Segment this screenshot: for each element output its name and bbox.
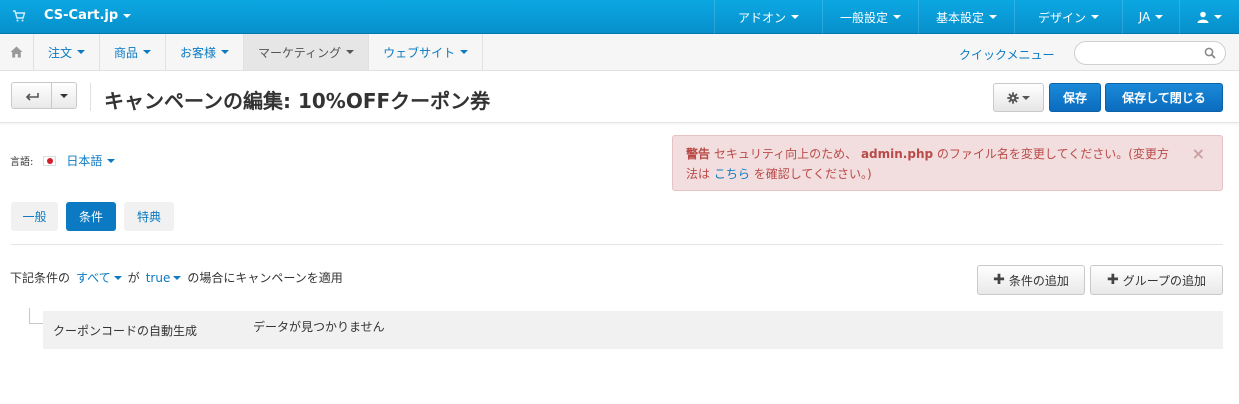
back-button-group	[11, 82, 77, 109]
alert-text: セキュリティ向上のため、	[713, 147, 858, 161]
condition-prefix: 下記条件の	[10, 271, 71, 285]
save-button[interactable]: 保存	[1049, 83, 1101, 112]
chevron-down-icon	[173, 275, 182, 280]
language-value: 日本語	[66, 154, 103, 168]
settings-dropdown-button[interactable]	[993, 83, 1044, 112]
gear-icon	[1007, 91, 1019, 104]
condition-item: クーポンコードの自動生成 データが見つかりません	[43, 311, 1223, 349]
language-row: 言語: 日本語	[10, 152, 116, 169]
chevron-down-icon	[143, 50, 152, 54]
search-input[interactable]	[1085, 42, 1205, 64]
chevron-down-icon	[791, 15, 799, 19]
back-arrow-icon	[25, 92, 39, 101]
topnav-addons-label: アドオン	[737, 10, 786, 25]
add-group-label: グループの追加	[1122, 273, 1206, 288]
condition-scope-selector[interactable]: すべて	[76, 269, 122, 286]
nav-marketing[interactable]: マーケティング	[244, 34, 370, 70]
topnav-basic-settings-label: 基本設定	[935, 10, 984, 25]
save-and-close-button[interactable]: 保存して閉じる	[1105, 83, 1223, 112]
nav-customers[interactable]: お客様	[166, 34, 245, 70]
nav-marketing-label: マーケティング	[258, 45, 342, 60]
add-condition-label: 条件の追加	[1008, 273, 1069, 288]
topnav-language-label: JA	[1138, 10, 1151, 24]
page-title: キャンペーンの編集: 10%OFFクーポン券	[104, 89, 491, 113]
search-icon[interactable]	[1204, 47, 1216, 59]
topnav-design[interactable]: デザイン	[1014, 0, 1122, 34]
alert-link[interactable]: こちら	[714, 167, 750, 181]
topnav-design-label: デザイン	[1037, 10, 1086, 25]
alert-filename: admin.php	[860, 147, 934, 161]
nav-orders-label: 注文	[48, 45, 73, 60]
alert-label: 警告	[686, 147, 711, 161]
condition-value-text: データが見つかりません	[253, 320, 385, 334]
condition-value-selector[interactable]: true	[146, 271, 182, 285]
security-warning-alert: 警告 セキュリティ向上のため、 admin.php のファイル名を変更してくださ…	[672, 135, 1223, 191]
language-selector[interactable]: 日本語	[66, 152, 116, 169]
chevron-down-icon	[460, 50, 469, 54]
condition-rule: 下記条件の すべて が true の場合にキャンペーンを適用	[10, 269, 343, 286]
search-box	[1074, 41, 1226, 65]
tab-bonuses[interactable]: 特典	[124, 202, 174, 231]
topnav-language[interactable]: JA	[1122, 0, 1179, 34]
home-icon	[10, 46, 23, 58]
user-icon	[1197, 11, 1209, 23]
chevron-down-icon	[113, 275, 122, 280]
home-button[interactable]	[0, 34, 34, 70]
quick-menu-link[interactable]: クイックメニュー	[959, 46, 1055, 63]
chevron-down-icon	[989, 15, 997, 19]
language-label: 言語:	[10, 157, 34, 168]
condition-suffix: の場合にキャンペーンを適用	[187, 271, 343, 285]
nav-products-label: 商品	[114, 45, 139, 60]
brand-label: CS-Cart.jp	[44, 8, 119, 23]
condition-name: クーポンコードの自動生成	[53, 324, 198, 338]
nav-products[interactable]: 商品	[100, 34, 167, 70]
title-bar: キャンペーンの編集: 10%OFFクーポン券 保存 保存して閉じる	[0, 71, 1239, 123]
add-condition-button[interactable]: ✚ 条件の追加	[977, 265, 1085, 295]
close-icon[interactable]: ×	[1192, 144, 1205, 164]
divider	[11, 244, 1223, 245]
cart-icon	[13, 10, 26, 22]
condition-value: true	[145, 270, 171, 285]
plus-icon: ✚	[1106, 272, 1119, 288]
topnav-basic-settings[interactable]: 基本設定	[918, 0, 1014, 34]
topnav-user[interactable]	[1179, 0, 1239, 34]
chevron-down-icon	[1155, 15, 1164, 19]
tab-conditions[interactable]: 条件	[66, 202, 116, 231]
secondary-nav-bar: 注文 商品 お客様 マーケティング ウェブサイト クイックメニュー	[0, 34, 1239, 71]
nav-customers-label: お客様	[180, 45, 217, 60]
divider	[90, 83, 91, 111]
nav-orders[interactable]: 注文	[34, 34, 101, 70]
back-dropdown-button[interactable]	[52, 83, 76, 108]
nav-website[interactable]: ウェブサイト	[369, 34, 484, 70]
chevron-down-icon	[893, 15, 901, 19]
chevron-down-icon	[1214, 15, 1222, 19]
back-button[interactable]	[12, 83, 52, 108]
japan-flag-icon	[43, 155, 57, 166]
top-nav: アドオン 一般設定 基本設定 デザイン JA	[714, 0, 1239, 34]
chevron-down-icon	[107, 158, 116, 163]
topnav-addons[interactable]: アドオン	[714, 0, 822, 34]
chevron-down-icon	[221, 50, 230, 54]
condition-scope-value: すべて	[76, 271, 111, 285]
chevron-down-icon	[60, 93, 68, 98]
chevron-down-icon	[1022, 95, 1030, 100]
nav-website-label: ウェブサイト	[383, 45, 456, 60]
chevron-down-icon	[123, 13, 132, 18]
condition-middle: が	[127, 271, 140, 285]
alert-text: を確認してください。)	[753, 167, 872, 181]
brand-menu[interactable]: CS-Cart.jp	[44, 8, 132, 23]
tabs: 一般 条件 特典	[11, 202, 182, 231]
plus-icon: ✚	[993, 272, 1005, 288]
chevron-down-icon	[77, 50, 86, 54]
chevron-down-icon	[346, 50, 355, 54]
topnav-general-settings-label: 一般設定	[839, 10, 888, 25]
tree-connector	[29, 323, 43, 324]
topnav-general-settings[interactable]: 一般設定	[822, 0, 918, 34]
top-bar: CS-Cart.jp アドオン 一般設定 基本設定 デザイン JA	[0, 0, 1239, 34]
chevron-down-icon	[1091, 15, 1099, 19]
add-group-button[interactable]: ✚ グループの追加	[1090, 265, 1223, 295]
main-nav: 注文 商品 お客様 マーケティング ウェブサイト	[34, 34, 484, 70]
tree-connector	[29, 308, 30, 324]
tab-general[interactable]: 一般	[11, 202, 58, 231]
